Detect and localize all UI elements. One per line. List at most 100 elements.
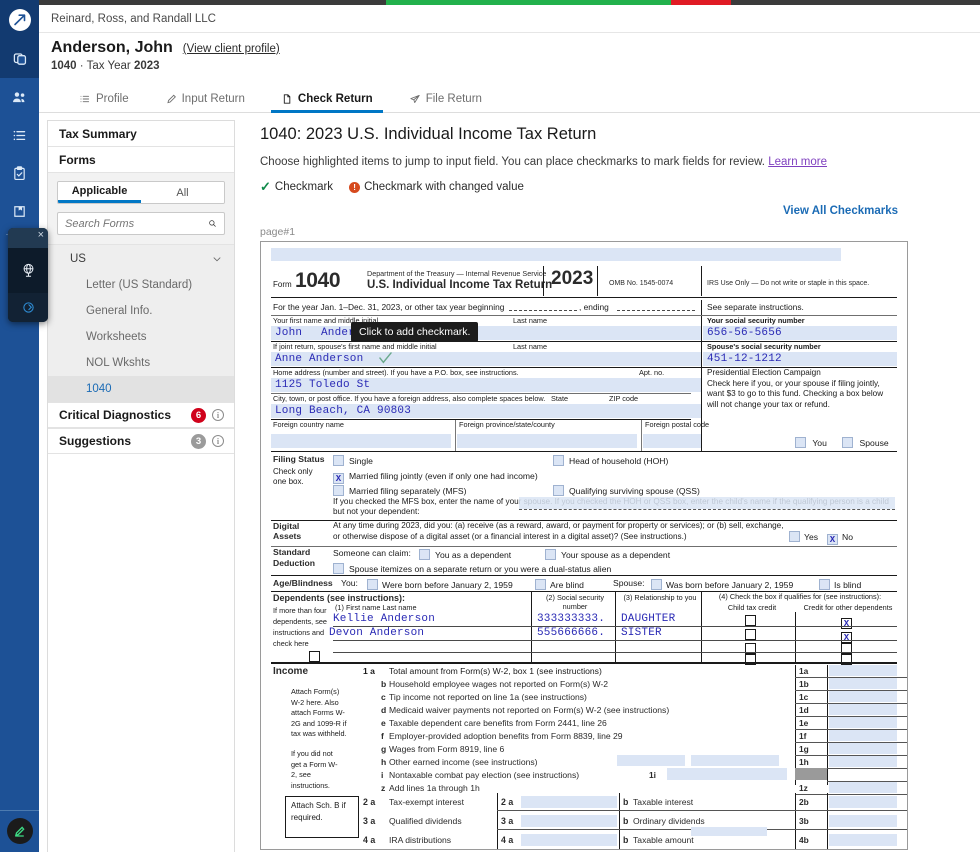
age-you-born-checkbox[interactable] bbox=[367, 579, 378, 590]
fs-hoh-checkbox[interactable] bbox=[553, 455, 564, 466]
income-label: Income bbox=[273, 666, 309, 677]
form-top-highlight[interactable] bbox=[271, 248, 841, 261]
refresh-arrow-icon[interactable] bbox=[21, 300, 36, 315]
fs-single-checkbox[interactable] bbox=[333, 455, 344, 466]
view-all-checkmarks-link[interactable]: View All Checkmarks bbox=[248, 205, 898, 217]
view-client-profile-link[interactable]: (View client profile) bbox=[183, 43, 280, 55]
age-you-blind-checkbox[interactable] bbox=[535, 579, 546, 590]
tree-item-nol-wkshts[interactable]: NOL Wkshts bbox=[48, 350, 234, 376]
pair-line-left-field[interactable] bbox=[521, 815, 617, 827]
learn-more-link[interactable]: Learn more bbox=[768, 156, 827, 168]
chevron-down-icon[interactable] bbox=[211, 253, 223, 265]
tree-item-worksheets[interactable]: Worksheets bbox=[48, 324, 234, 350]
forms-section[interactable]: Forms bbox=[48, 147, 234, 173]
pec-spouse-checkbox[interactable] bbox=[842, 437, 854, 448]
form-year: 2023 bbox=[551, 268, 594, 289]
income-1h-extra-field-b[interactable] bbox=[691, 755, 779, 766]
dependent-ctc-checkbox[interactable] bbox=[745, 629, 756, 640]
tab-check-return[interactable]: Check Return bbox=[263, 85, 391, 113]
pair-line-right-field[interactable] bbox=[829, 834, 897, 846]
pair-line-extra-field[interactable] bbox=[691, 827, 767, 836]
std-spouse-dependent-checkbox[interactable] bbox=[545, 549, 556, 560]
forms-toolbar: Applicable All bbox=[48, 173, 234, 245]
dependents-label: Dependents (see instructions): bbox=[273, 593, 406, 603]
foreign-country-field[interactable] bbox=[271, 434, 451, 448]
tab-profile[interactable]: Profile bbox=[61, 85, 147, 113]
tree-item-general-info[interactable]: General Info. bbox=[48, 298, 234, 324]
digital-yes-checkbox[interactable] bbox=[789, 531, 800, 542]
close-icon[interactable]: × bbox=[38, 230, 44, 241]
filter-all[interactable]: All bbox=[141, 182, 224, 203]
taxpayer-ssn-value[interactable]: 656-56-5656 bbox=[707, 327, 782, 339]
spouse-ssn-value[interactable]: 451-12-1212 bbox=[707, 353, 782, 365]
dependent-name[interactable]: Kellie Anderson bbox=[333, 613, 435, 625]
income-1i-field[interactable] bbox=[667, 768, 787, 780]
pair-line-rbox: 3b bbox=[799, 816, 809, 826]
sidebar-item-documents[interactable] bbox=[0, 192, 39, 230]
income-amount-field[interactable] bbox=[829, 782, 897, 793]
fs-spouse-name-field[interactable] bbox=[519, 497, 895, 509]
filter-applicable[interactable]: Applicable bbox=[58, 182, 141, 203]
income-amount-field[interactable] bbox=[829, 717, 897, 728]
sidebar-item-clients[interactable] bbox=[0, 40, 39, 78]
sidebar-item-work[interactable] bbox=[0, 116, 39, 154]
page-instructions: Choose highlighted items to jump to inpu… bbox=[260, 156, 980, 168]
fs-mfs-checkbox[interactable] bbox=[333, 485, 344, 496]
age-spouse-blind-checkbox[interactable] bbox=[819, 579, 830, 590]
digital-assets-label: Digital Assets bbox=[273, 521, 302, 542]
income-amount-field[interactable] bbox=[829, 691, 897, 702]
pair-line-right-field[interactable] bbox=[829, 796, 897, 808]
tree-item-1040[interactable]: 1040 bbox=[48, 376, 234, 402]
income-amount-field[interactable] bbox=[829, 756, 897, 767]
std-you-dependent-checkbox[interactable] bbox=[419, 549, 430, 560]
foreign-postal-field[interactable] bbox=[643, 434, 701, 448]
critical-diagnostics-section[interactable]: Critical Diagnostics 6 i bbox=[48, 402, 234, 428]
dependent-ssn[interactable]: 333333333. bbox=[537, 613, 605, 625]
income-1h-extra-field-a[interactable] bbox=[617, 755, 685, 766]
dependents-col4-header: (4) Check the box if qualifies for (see … bbox=[718, 592, 882, 601]
income-amount-field[interactable] bbox=[829, 704, 897, 715]
app-logo[interactable] bbox=[0, 0, 39, 40]
spouse-name-value[interactable]: Anne Anderson bbox=[275, 353, 363, 365]
search-icon[interactable] bbox=[208, 217, 217, 230]
age-spouse-born-checkbox[interactable] bbox=[651, 579, 662, 590]
suggestions-section[interactable]: Suggestions 3 i bbox=[48, 428, 234, 454]
tree-group-us[interactable]: US bbox=[48, 245, 234, 272]
taxpayer-first-name[interactable]: John bbox=[275, 327, 302, 339]
dependent-name[interactable]: Devon Anderson bbox=[329, 627, 424, 639]
digital-no-checkbox[interactable]: X bbox=[827, 534, 838, 545]
edit-pencil-icon[interactable] bbox=[6, 818, 33, 844]
sidebar-item-team[interactable] bbox=[0, 78, 39, 116]
sidebar-item-tasks[interactable] bbox=[0, 154, 39, 192]
zip-label: ZIP code bbox=[609, 394, 639, 403]
fs-qss-checkbox[interactable] bbox=[553, 485, 564, 496]
info-icon[interactable]: i bbox=[212, 409, 224, 421]
return-tabs: Profile Input Return Check Return File R… bbox=[39, 85, 980, 113]
std-itemize-checkbox[interactable] bbox=[333, 563, 344, 574]
income-amount-field[interactable] bbox=[829, 730, 897, 741]
forms-search-box[interactable] bbox=[57, 212, 225, 235]
tree-item-letter[interactable]: Letter (US Standard) bbox=[48, 272, 234, 298]
tab-input-return[interactable]: Input Return bbox=[147, 85, 263, 113]
dependent-relationship[interactable]: DAUGHTER bbox=[621, 613, 675, 625]
pair-line-left-field[interactable] bbox=[521, 796, 617, 808]
tax-summary-section[interactable]: Tax Summary bbox=[48, 121, 234, 147]
pair-line-left-field[interactable] bbox=[521, 834, 617, 846]
pec-you-checkbox[interactable] bbox=[795, 437, 806, 448]
form-irs-use: IRS Use Only — Do not write or staple in… bbox=[707, 280, 870, 287]
search-input[interactable] bbox=[65, 217, 208, 230]
globe-help-icon[interactable] bbox=[20, 262, 37, 279]
pair-line-right-field[interactable] bbox=[829, 815, 897, 827]
city-state-zip-value[interactable]: Long Beach, CA 90803 bbox=[275, 405, 411, 417]
forms-filter-toggle: Applicable All bbox=[57, 181, 225, 204]
dependent-relationship[interactable]: SISTER bbox=[621, 627, 662, 639]
income-amount-field[interactable] bbox=[829, 743, 897, 754]
dependent-ssn[interactable]: 555666666. bbox=[537, 627, 605, 639]
foreign-province-field[interactable] bbox=[457, 434, 637, 448]
address-value[interactable]: 1125 Toledo St bbox=[275, 379, 370, 391]
income-amount-field[interactable] bbox=[829, 678, 897, 689]
income-amount-field[interactable] bbox=[829, 665, 897, 676]
dependent-ctc-checkbox[interactable] bbox=[745, 615, 756, 626]
info-icon[interactable]: i bbox=[212, 435, 224, 447]
tab-file-return[interactable]: File Return bbox=[391, 85, 500, 113]
